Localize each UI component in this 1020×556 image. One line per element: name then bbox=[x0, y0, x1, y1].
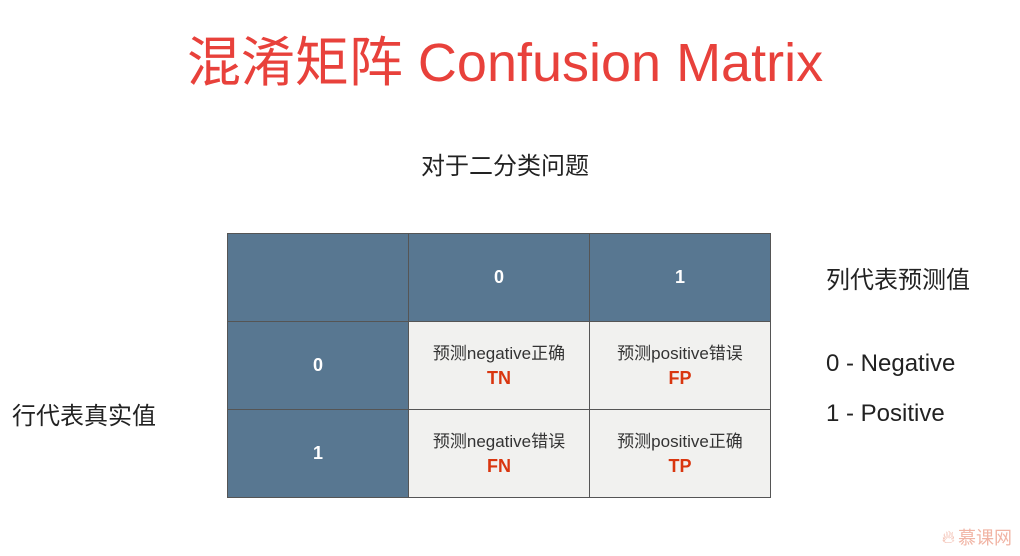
row-header-0: 0 bbox=[227, 321, 409, 410]
cell-text: 预测negative错误 bbox=[432, 431, 566, 451]
col-header-1: 1 bbox=[589, 233, 771, 322]
row-header-1: 1 bbox=[227, 409, 409, 498]
watermark-text: 慕课网 bbox=[958, 528, 1012, 548]
watermark: 🔥︎ 慕课网 bbox=[942, 524, 1012, 550]
slide-title: 混淆矩阵 Confusion Matrix bbox=[186, 33, 824, 93]
cell-abbr: TN bbox=[487, 367, 511, 388]
col-header-0: 0 bbox=[408, 233, 590, 322]
cell-text: 预测positive正确 bbox=[617, 431, 743, 451]
header-row: 0 1 bbox=[227, 233, 771, 322]
table-row: 0 预测negative正确 TN 预测positive错误 FP bbox=[227, 321, 771, 410]
cell-abbr: FP bbox=[668, 367, 692, 388]
table-row: 1 预测negative错误 FN 预测positive正确 TP bbox=[227, 409, 771, 498]
cell-abbr: FN bbox=[487, 455, 511, 476]
confusion-matrix-table: 0 1 0 预测negative正确 TN 预测positive错误 FP 1 预测… bbox=[227, 233, 771, 498]
corner-cell bbox=[227, 233, 409, 322]
legend-negative: 0 - Negative bbox=[826, 350, 956, 377]
column-note: 列代表预测值 bbox=[826, 267, 970, 294]
cell-fp: 预测positive错误 FP bbox=[589, 321, 771, 410]
cell-tn: 预测negative正确 TN bbox=[408, 321, 590, 410]
slide-subtitle: 对于二分类问题 bbox=[421, 153, 589, 180]
cell-fn: 预测negative错误 FN bbox=[408, 409, 590, 498]
legend-positive: 1 - Positive bbox=[826, 400, 945, 427]
cell-text: 预测positive错误 bbox=[617, 343, 743, 363]
flame-icon: 🔥︎ bbox=[941, 526, 955, 547]
cell-text: 预测negative正确 bbox=[432, 343, 566, 363]
cell-tp: 预测positive正确 TP bbox=[589, 409, 771, 498]
row-note: 行代表真实值 bbox=[12, 403, 156, 430]
cell-abbr: TP bbox=[668, 455, 692, 476]
